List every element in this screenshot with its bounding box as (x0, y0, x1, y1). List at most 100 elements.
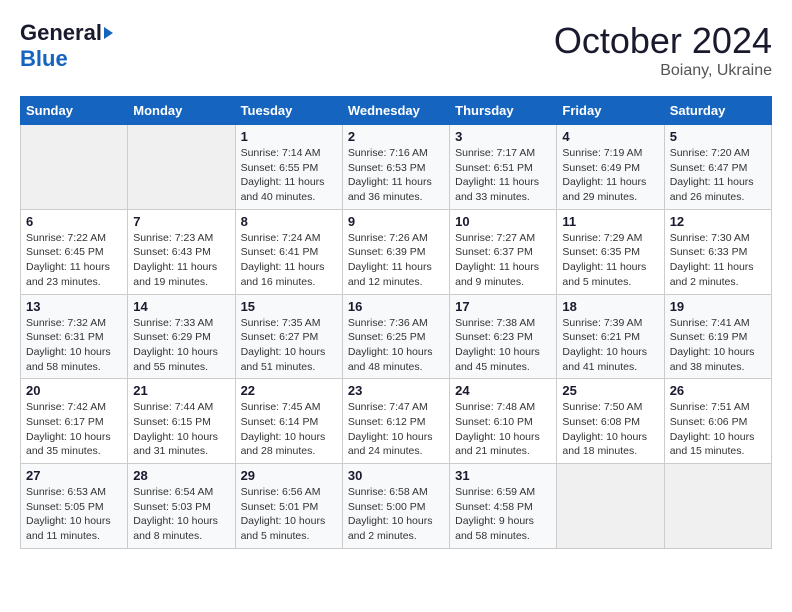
day-number: 26 (670, 383, 766, 398)
day-number: 13 (26, 299, 122, 314)
day-info: Sunrise: 7:51 AMSunset: 6:06 PMDaylight:… (670, 400, 766, 459)
day-number: 17 (455, 299, 551, 314)
day-number: 11 (562, 214, 658, 229)
calendar-cell: 17 Sunrise: 7:38 AMSunset: 6:23 PMDayligh… (450, 294, 557, 379)
calendar-cell: 26 Sunrise: 7:51 AMSunset: 6:06 PMDayligh… (664, 379, 771, 464)
calendar-cell: 27 Sunrise: 6:53 AMSunset: 5:05 PMDayligh… (21, 464, 128, 549)
day-number: 23 (348, 383, 444, 398)
weekday-header-row: SundayMondayTuesdayWednesdayThursdayFrid… (21, 97, 772, 125)
day-info: Sunrise: 7:30 AMSunset: 6:33 PMDaylight:… (670, 231, 766, 290)
day-info: Sunrise: 7:22 AMSunset: 6:45 PMDaylight:… (26, 231, 122, 290)
location-subtitle: Boiany, Ukraine (554, 62, 772, 80)
calendar-cell: 31 Sunrise: 6:59 AMSunset: 4:58 PMDayligh… (450, 464, 557, 549)
day-info: Sunrise: 6:56 AMSunset: 5:01 PMDaylight:… (241, 485, 337, 544)
calendar-cell: 28Sunrise: 6:54 AMSunset: 5:03 PMDayligh… (128, 464, 235, 549)
day-number: 8 (241, 214, 337, 229)
weekday-header-friday: Friday (557, 97, 664, 125)
calendar-cell: 2 Sunrise: 7:16 AMSunset: 6:53 PMDaylight… (342, 125, 449, 210)
day-number: 7 (133, 214, 229, 229)
day-number: 12 (670, 214, 766, 229)
weekday-header-tuesday: Tuesday (235, 97, 342, 125)
logo-text-blue: Blue (20, 46, 68, 71)
calendar-cell: 25Sunrise: 7:50 AMSunset: 6:08 PMDayligh… (557, 379, 664, 464)
calendar-table: SundayMondayTuesdayWednesdayThursdayFrid… (20, 96, 772, 549)
day-number: 4 (562, 129, 658, 144)
week-row-3: 13 Sunrise: 7:32 AMSunset: 6:31 PMDayligh… (21, 294, 772, 379)
day-info: Sunrise: 7:38 AMSunset: 6:23 PMDaylight:… (455, 316, 551, 375)
day-number: 16 (348, 299, 444, 314)
calendar-cell: 6 Sunrise: 7:22 AMSunset: 6:45 PMDaylight… (21, 209, 128, 294)
day-number: 20 (26, 383, 122, 398)
day-info: Sunrise: 7:48 AMSunset: 6:10 PMDaylight:… (455, 400, 551, 459)
week-row-2: 6 Sunrise: 7:22 AMSunset: 6:45 PMDaylight… (21, 209, 772, 294)
calendar-cell: 8 Sunrise: 7:24 AMSunset: 6:41 PMDaylight… (235, 209, 342, 294)
logo-arrow-icon (104, 27, 113, 39)
day-info: Sunrise: 7:20 AMSunset: 6:47 PMDaylight:… (670, 146, 766, 205)
day-number: 22 (241, 383, 337, 398)
calendar-title-block: October 2024 Boiany, Ukraine (554, 20, 772, 80)
weekday-header-monday: Monday (128, 97, 235, 125)
day-info: Sunrise: 7:33 AMSunset: 6:29 PMDaylight:… (133, 316, 229, 375)
weekday-header-sunday: Sunday (21, 97, 128, 125)
calendar-cell: 3Sunrise: 7:17 AMSunset: 6:51 PMDaylight… (450, 125, 557, 210)
day-number: 19 (670, 299, 766, 314)
day-number: 5 (670, 129, 766, 144)
calendar-cell: 19 Sunrise: 7:41 AMSunset: 6:19 PMDayligh… (664, 294, 771, 379)
day-info: Sunrise: 7:14 AMSunset: 6:55 PMDaylight:… (241, 146, 337, 205)
calendar-cell: 29Sunrise: 6:56 AMSunset: 5:01 PMDayligh… (235, 464, 342, 549)
day-number: 14 (133, 299, 229, 314)
day-info: Sunrise: 7:45 AMSunset: 6:14 PMDaylight:… (241, 400, 337, 459)
day-number: 9 (348, 214, 444, 229)
week-row-5: 27 Sunrise: 6:53 AMSunset: 5:05 PMDayligh… (21, 464, 772, 549)
day-number: 31 (455, 468, 551, 483)
day-number: 30 (348, 468, 444, 483)
day-info: Sunrise: 7:23 AMSunset: 6:43 PMDaylight:… (133, 231, 229, 290)
calendar-cell: 11Sunrise: 7:29 AMSunset: 6:35 PMDayligh… (557, 209, 664, 294)
logo: General Blue (20, 20, 113, 72)
logo-text-general: General (20, 20, 102, 46)
calendar-cell: 5 Sunrise: 7:20 AMSunset: 6:47 PMDaylight… (664, 125, 771, 210)
day-info: Sunrise: 7:36 AMSunset: 6:25 PMDaylight:… (348, 316, 444, 375)
page-header: General Blue October 2024 Boiany, Ukrain… (20, 20, 772, 80)
calendar-cell: 12 Sunrise: 7:30 AMSunset: 6:33 PMDayligh… (664, 209, 771, 294)
calendar-cell: 10Sunrise: 7:27 AMSunset: 6:37 PMDayligh… (450, 209, 557, 294)
day-info: Sunrise: 6:53 AMSunset: 5:05 PMDaylight:… (26, 485, 122, 544)
day-info: Sunrise: 7:24 AMSunset: 6:41 PMDaylight:… (241, 231, 337, 290)
day-info: Sunrise: 7:47 AMSunset: 6:12 PMDaylight:… (348, 400, 444, 459)
day-info: Sunrise: 7:39 AMSunset: 6:21 PMDaylight:… (562, 316, 658, 375)
day-number: 25 (562, 383, 658, 398)
day-info: Sunrise: 7:44 AMSunset: 6:15 PMDaylight:… (133, 400, 229, 459)
calendar-cell: 1 Sunrise: 7:14 AMSunset: 6:55 PMDaylight… (235, 125, 342, 210)
day-info: Sunrise: 7:16 AMSunset: 6:53 PMDaylight:… (348, 146, 444, 205)
day-info: Sunrise: 7:17 AMSunset: 6:51 PMDaylight:… (455, 146, 551, 205)
calendar-cell (557, 464, 664, 549)
calendar-cell (128, 125, 235, 210)
day-info: Sunrise: 7:42 AMSunset: 6:17 PMDaylight:… (26, 400, 122, 459)
day-info: Sunrise: 6:58 AMSunset: 5:00 PMDaylight:… (348, 485, 444, 544)
day-number: 24 (455, 383, 551, 398)
day-info: Sunrise: 7:27 AMSunset: 6:37 PMDaylight:… (455, 231, 551, 290)
day-info: Sunrise: 7:26 AMSunset: 6:39 PMDaylight:… (348, 231, 444, 290)
day-info: Sunrise: 6:59 AMSunset: 4:58 PMDaylight:… (455, 485, 551, 544)
calendar-cell: 9 Sunrise: 7:26 AMSunset: 6:39 PMDaylight… (342, 209, 449, 294)
day-info: Sunrise: 7:19 AMSunset: 6:49 PMDaylight:… (562, 146, 658, 205)
day-info: Sunrise: 7:35 AMSunset: 6:27 PMDaylight:… (241, 316, 337, 375)
day-number: 6 (26, 214, 122, 229)
calendar-cell: 21Sunrise: 7:44 AMSunset: 6:15 PMDayligh… (128, 379, 235, 464)
calendar-cell (21, 125, 128, 210)
day-number: 2 (348, 129, 444, 144)
day-number: 15 (241, 299, 337, 314)
day-number: 18 (562, 299, 658, 314)
week-row-1: 1 Sunrise: 7:14 AMSunset: 6:55 PMDaylight… (21, 125, 772, 210)
day-number: 27 (26, 468, 122, 483)
calendar-cell: 15 Sunrise: 7:35 AMSunset: 6:27 PMDayligh… (235, 294, 342, 379)
calendar-cell: 30 Sunrise: 6:58 AMSunset: 5:00 PMDayligh… (342, 464, 449, 549)
calendar-cell: 22 Sunrise: 7:45 AMSunset: 6:14 PMDayligh… (235, 379, 342, 464)
month-title: October 2024 (554, 20, 772, 62)
calendar-cell: 16 Sunrise: 7:36 AMSunset: 6:25 PMDayligh… (342, 294, 449, 379)
calendar-cell: 14 Sunrise: 7:33 AMSunset: 6:29 PMDayligh… (128, 294, 235, 379)
day-info: Sunrise: 7:41 AMSunset: 6:19 PMDaylight:… (670, 316, 766, 375)
day-info: Sunrise: 7:32 AMSunset: 6:31 PMDaylight:… (26, 316, 122, 375)
weekday-header-saturday: Saturday (664, 97, 771, 125)
day-number: 1 (241, 129, 337, 144)
